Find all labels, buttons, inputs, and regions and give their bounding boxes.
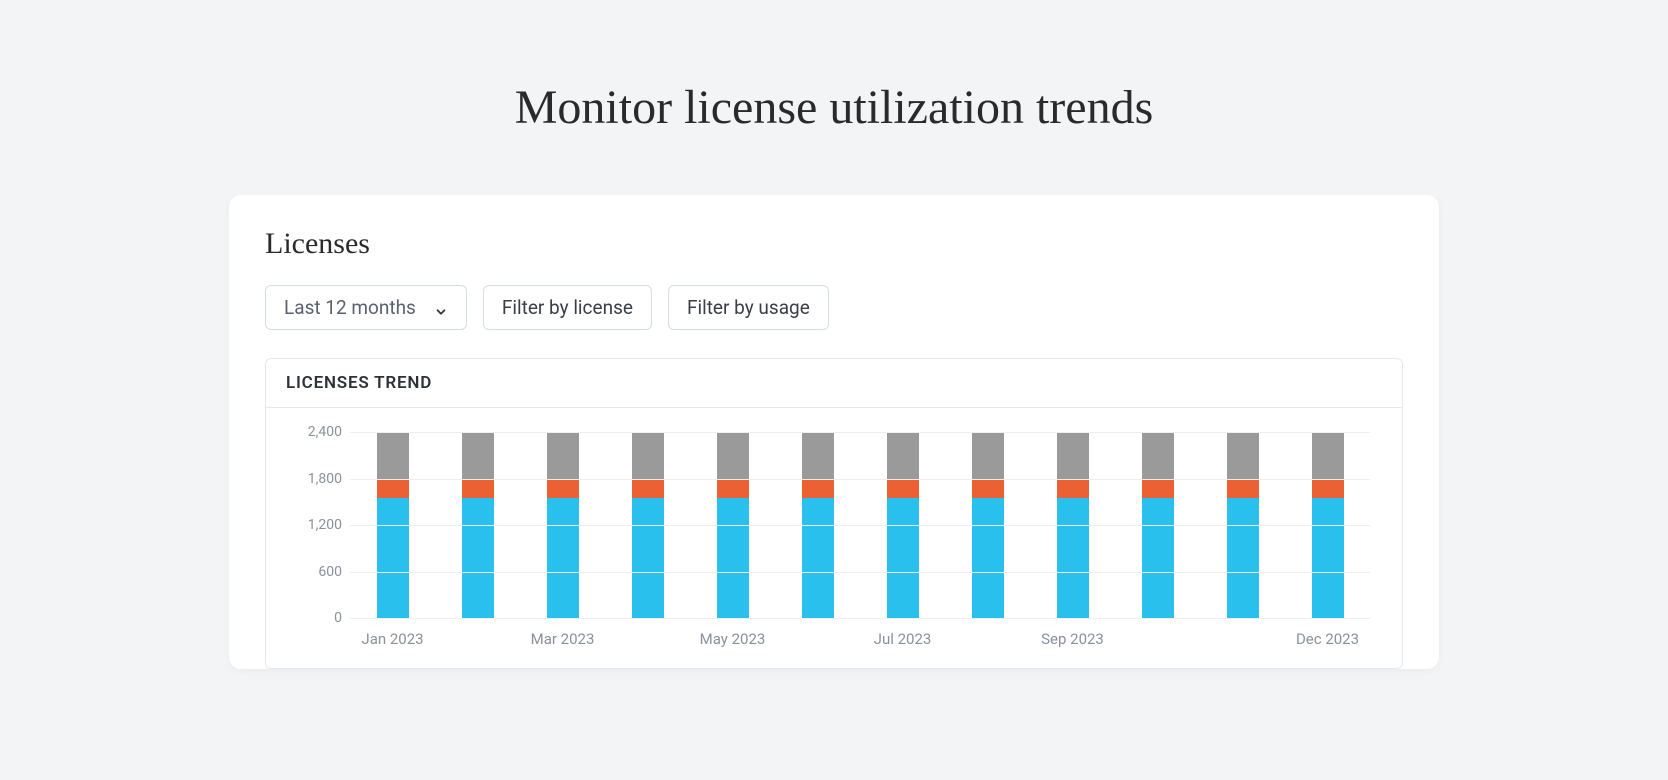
- bar-segment: [462, 498, 494, 618]
- bar-segment: [1057, 479, 1089, 498]
- x-tick-label: Mar 2023: [531, 630, 595, 648]
- bar-segment: [887, 479, 919, 498]
- bar-segment: [717, 479, 749, 498]
- filter-by-license-button[interactable]: Filter by license: [483, 285, 652, 330]
- bar-segment: [1227, 432, 1259, 479]
- bar-segment: [632, 479, 664, 498]
- bar-segment: [1227, 479, 1259, 498]
- bar-segment: [717, 432, 749, 479]
- chart-card: LICENSES TREND 06001,2001,8002,400 Jan 2…: [265, 358, 1403, 669]
- plot-area: 06001,2001,8002,400: [350, 432, 1370, 618]
- gridline: [350, 618, 1370, 619]
- x-tick-label: Jan 2023: [361, 630, 423, 648]
- y-tick-label: 1,200: [294, 517, 342, 533]
- filter-by-usage-button[interactable]: Filter by usage: [668, 285, 829, 330]
- y-tick-label: 1,800: [294, 471, 342, 487]
- bar-segment: [1312, 432, 1344, 479]
- gridline: [350, 479, 1370, 480]
- bar-segment: [377, 432, 409, 479]
- page-title: Monitor license utilization trends: [515, 80, 1154, 135]
- x-tick-label: May 2023: [700, 630, 766, 648]
- bar-segment: [1227, 498, 1259, 618]
- card-title: Licenses: [265, 227, 1403, 261]
- bar-segment: [1057, 432, 1089, 479]
- date-range-label: Last 12 months: [284, 296, 416, 319]
- y-tick-label: 600: [294, 564, 342, 580]
- bar-segment: [1312, 479, 1344, 498]
- y-tick-label: 2,400: [294, 424, 342, 440]
- bar-segment: [1142, 479, 1174, 498]
- bar-segment: [632, 432, 664, 479]
- bar-segment: [802, 432, 834, 479]
- bar-segment: [802, 479, 834, 498]
- bar-segment: [1142, 498, 1174, 618]
- gridline: [350, 525, 1370, 526]
- x-tick-label: Sep 2023: [1041, 630, 1104, 648]
- bar-segment: [547, 498, 579, 618]
- gridline: [350, 572, 1370, 573]
- bar-segment: [972, 479, 1004, 498]
- chart-body: 06001,2001,8002,400 Jan 2023Mar 2023May …: [266, 408, 1402, 668]
- x-tick-label: Jul 2023: [874, 630, 932, 648]
- bar-segment: [1312, 498, 1344, 618]
- bar-segment: [547, 432, 579, 479]
- bar-segment: [377, 479, 409, 498]
- bar-segment: [717, 498, 749, 618]
- bar-segment: [972, 498, 1004, 618]
- bar-segment: [462, 432, 494, 479]
- licenses-card: Licenses Last 12 months Filter by licens…: [229, 195, 1439, 669]
- x-tick-label: Dec 2023: [1296, 630, 1359, 648]
- chart-title: LICENSES TREND: [266, 359, 1402, 408]
- bar-segment: [1142, 432, 1174, 479]
- bar-segment: [887, 498, 919, 618]
- filter-bar: Last 12 months Filter by license Filter …: [265, 285, 1403, 330]
- bar-segment: [377, 498, 409, 618]
- bar-segment: [547, 479, 579, 498]
- bar-segment: [632, 498, 664, 618]
- chevron-down-icon: [434, 301, 448, 315]
- bar-segment: [887, 432, 919, 479]
- bar-segment: [1057, 498, 1089, 618]
- x-axis-labels: Jan 2023 Mar 2023 May 2023 Jul 2023 Sep 2023…: [350, 630, 1370, 660]
- gridline: [350, 432, 1370, 433]
- bar-segment: [802, 498, 834, 618]
- bar-segment: [972, 432, 1004, 479]
- y-tick-label: 0: [294, 610, 342, 626]
- date-range-select[interactable]: Last 12 months: [265, 285, 467, 330]
- bar-segment: [462, 479, 494, 498]
